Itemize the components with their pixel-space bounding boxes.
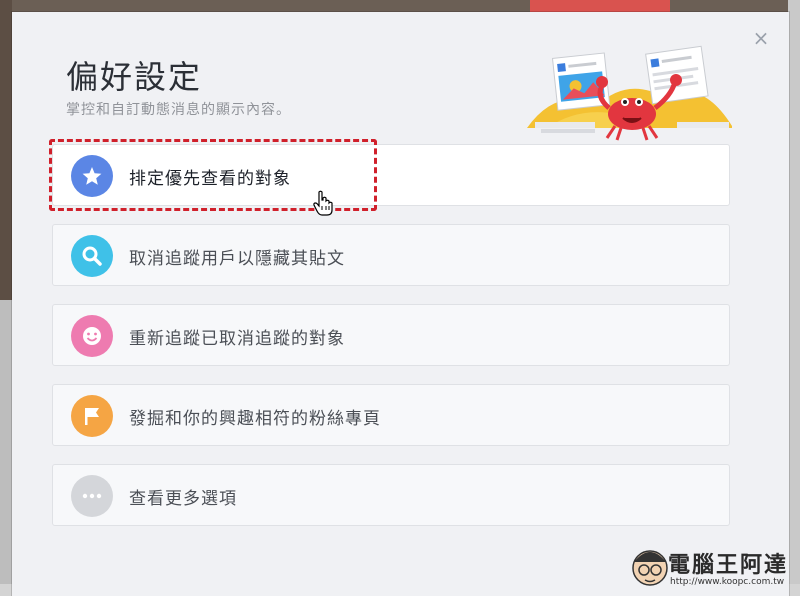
background-right-strip — [788, 0, 800, 596]
watermark-title: 電腦王阿達 — [668, 553, 789, 578]
option-refollow[interactable]: 重新追蹤已取消追蹤的對象 — [52, 304, 730, 366]
option-label: 排定優先查看的對象 — [129, 169, 291, 189]
option-label: 發掘和你的興趣相符的粉絲專頁 — [129, 409, 381, 429]
crab-illustration — [527, 45, 732, 141]
option-unfollow[interactable]: 取消追蹤用戶以隱藏其貼文 — [52, 224, 730, 286]
more-icon — [71, 475, 113, 517]
flag-icon — [71, 395, 113, 437]
option-more[interactable]: 查看更多選項 — [52, 464, 730, 526]
search-icon — [71, 235, 113, 277]
dialog-subtitle: 掌控和自訂動態消息的顯示內容。 — [66, 102, 291, 118]
options-list: 排定優先查看的對象 取消追蹤用戶以隱藏其貼文 重新追蹤已取消追蹤的對象 發掘和你… — [52, 144, 730, 544]
close-icon[interactable]: × — [751, 28, 771, 48]
smile-icon — [71, 315, 113, 357]
option-label: 重新追蹤已取消追蹤的對象 — [129, 329, 345, 349]
dialog-title: 偏好設定 — [66, 58, 203, 96]
watermark-url: http://www.koopc.com.tw — [670, 577, 785, 587]
background-left-strip — [0, 300, 12, 596]
option-label: 查看更多選項 — [129, 489, 237, 509]
star-icon — [71, 155, 113, 197]
background-photo-left — [0, 0, 12, 300]
option-discover-pages[interactable]: 發掘和你的興趣相符的粉絲專頁 — [52, 384, 730, 446]
option-see-first[interactable]: 排定優先查看的對象 — [52, 144, 730, 206]
hand-cursor-icon — [313, 190, 333, 216]
background-photo — [0, 0, 800, 12]
option-label: 取消追蹤用戶以隱藏其貼文 — [129, 249, 345, 269]
background-banner — [530, 0, 670, 12]
